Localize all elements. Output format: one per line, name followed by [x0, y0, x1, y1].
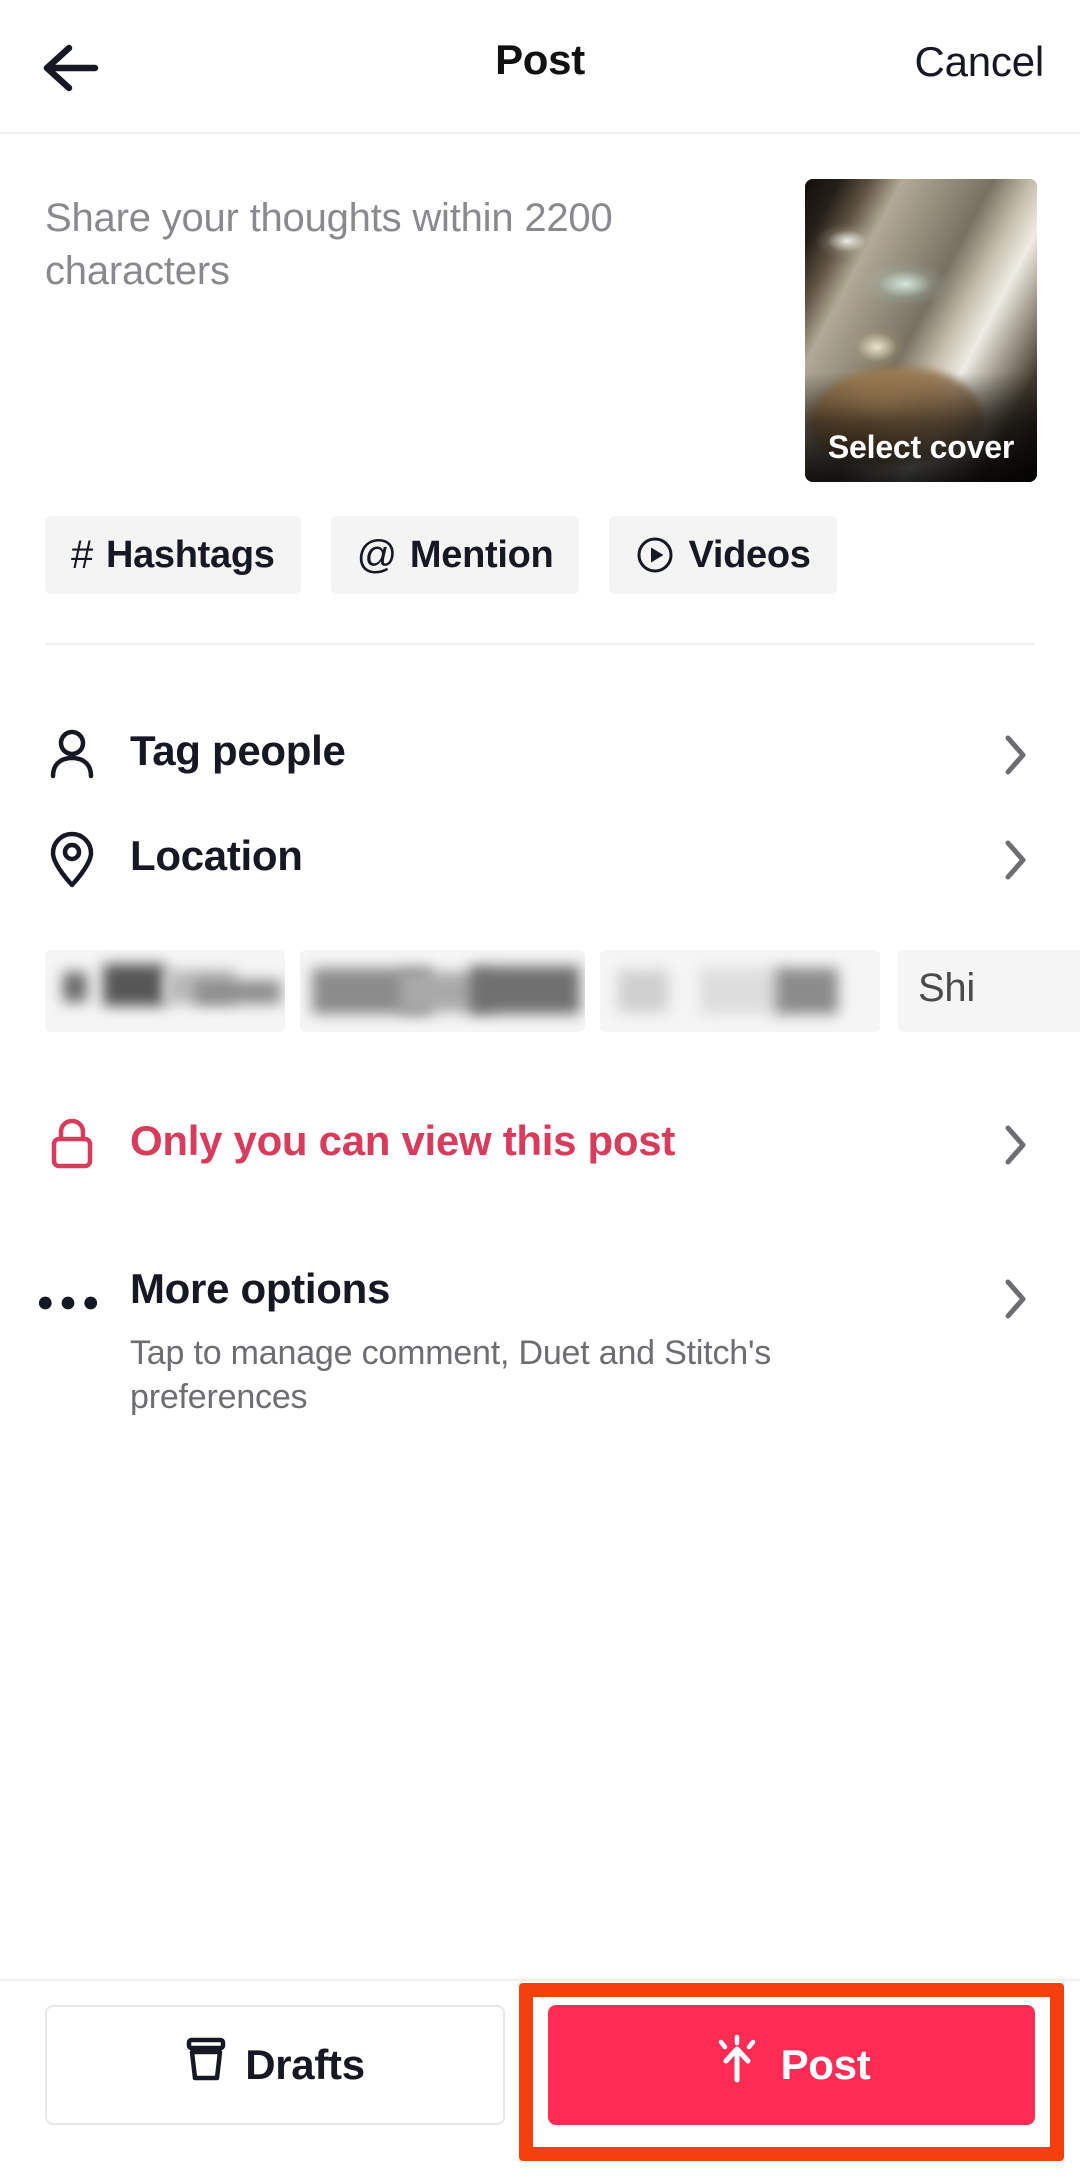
tag-people-label: Tag people: [130, 727, 346, 775]
location-suggestion-chip[interactable]: [45, 950, 285, 1032]
chip-mention-label: Mention: [410, 534, 554, 577]
at-mention-icon: @: [357, 535, 397, 575]
chip-hashtags-label: Hashtags: [106, 534, 275, 577]
map-pin-icon: [42, 830, 102, 890]
chevron-right-icon: [994, 1123, 1038, 1167]
post-button[interactable]: Post: [548, 2005, 1035, 2125]
redaction-blur: [63, 972, 87, 1002]
chevron-right-icon: [994, 733, 1038, 777]
location-label: Location: [130, 832, 303, 880]
redaction-blur: [776, 968, 838, 1014]
select-cover-label: Select cover: [805, 429, 1037, 466]
drafts-label: Drafts: [245, 2041, 365, 2089]
post-screen: Post Cancel Share your thoughts within 2…: [0, 0, 1080, 2179]
quick-insert-chips: # Hashtags @ Mention Videos: [45, 516, 837, 594]
bottom-action-bar: Drafts Post: [0, 1979, 1080, 2179]
cover-thumbnail[interactable]: Select cover: [805, 179, 1037, 482]
chip-videos[interactable]: Videos: [609, 516, 836, 594]
drafts-button[interactable]: Drafts: [45, 2005, 505, 2125]
redaction-blur: [103, 964, 165, 1006]
location-suggestion-chip[interactable]: [600, 950, 880, 1032]
chip-mention[interactable]: @ Mention: [331, 516, 580, 594]
privacy-label: Only you can view this post: [130, 1117, 675, 1165]
caption-section: Share your thoughts within 2200 characte…: [0, 134, 1080, 504]
chip-videos-label: Videos: [688, 534, 810, 577]
hashtag-icon: #: [71, 535, 93, 575]
app-header: Post Cancel: [0, 0, 1080, 134]
location-suggestions: Shi: [0, 950, 1080, 1032]
row-privacy[interactable]: Only you can view this post: [0, 1090, 1080, 1200]
section-divider: [45, 643, 1035, 645]
archive-box-icon: [185, 2036, 227, 2094]
location-suggestion-chip[interactable]: [300, 950, 585, 1032]
redaction-blur: [195, 980, 281, 1004]
play-circle-icon: [635, 535, 675, 575]
chip-hashtags[interactable]: # Hashtags: [45, 516, 301, 594]
row-tag-people[interactable]: Tag people: [0, 700, 1080, 810]
lock-icon: [42, 1115, 102, 1175]
redaction-blur: [618, 970, 668, 1012]
location-suggestion-chip[interactable]: Shi: [898, 950, 1080, 1032]
chevron-right-icon: [994, 1277, 1038, 1321]
upload-sparkle-icon: [713, 2034, 761, 2096]
more-options-label: More options: [130, 1265, 390, 1313]
row-more-options[interactable]: More options Tap to manage comment, Duet…: [0, 1255, 1080, 1435]
row-location[interactable]: Location: [0, 805, 1080, 915]
chevron-right-icon: [994, 838, 1038, 882]
location-suggestion-label: Shi: [918, 966, 975, 1011]
caption-input[interactable]: Share your thoughts within 2200 characte…: [45, 192, 725, 298]
post-label: Post: [781, 2041, 871, 2089]
person-icon: [42, 725, 102, 785]
redaction-blur: [700, 968, 788, 1014]
cancel-button[interactable]: Cancel: [914, 38, 1044, 86]
redaction-blur: [470, 966, 580, 1014]
more-options-sublabel: Tap to manage comment, Duet and Stitch's…: [130, 1332, 850, 1419]
ellipsis-icon: [38, 1273, 98, 1333]
